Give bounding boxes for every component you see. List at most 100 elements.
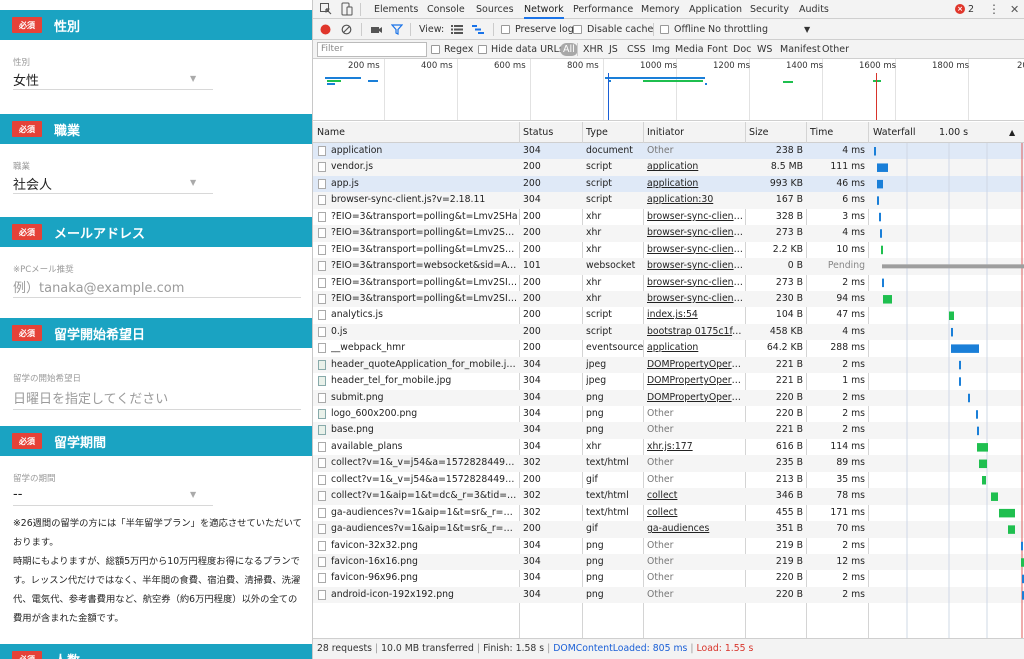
waterfall-bar[interactable]: [959, 377, 961, 386]
request-initiator[interactable]: browser-sync-client.j...: [647, 275, 743, 291]
gender-select[interactable]: 女性: [13, 70, 39, 89]
filter-type-font[interactable]: Font: [707, 40, 728, 59]
filter-input[interactable]: Filter: [317, 42, 427, 57]
tab-application[interactable]: Application: [689, 0, 742, 19]
request-initiator[interactable]: bootstrap 0175c1f...:7...: [647, 324, 743, 340]
filter-type-img[interactable]: Img: [652, 40, 670, 59]
waterfall-bar[interactable]: [979, 459, 987, 469]
waterfall-bar[interactable]: [877, 196, 879, 205]
tab-memory[interactable]: Memory: [641, 0, 680, 19]
regex-checkbox[interactable]: [431, 45, 440, 54]
column-header-initiator[interactable]: Initiator: [643, 122, 684, 143]
error-count[interactable]: 2: [968, 0, 974, 19]
waterfall-bar[interactable]: [977, 443, 988, 452]
request-initiator[interactable]: collect: [647, 505, 743, 521]
waterfall-bar[interactable]: [882, 278, 884, 288]
start-date-input[interactable]: 日曜日を指定してください: [13, 388, 168, 407]
filter-type-manifest[interactable]: Manifest: [780, 40, 821, 59]
filter-icon[interactable]: [391, 24, 403, 35]
camera-icon[interactable]: [370, 24, 383, 35]
filter-type-all[interactable]: All: [560, 43, 578, 56]
request-initiator[interactable]: browser-sync-client.j...: [647, 225, 743, 241]
tab-performance[interactable]: Performance: [573, 0, 633, 19]
error-icon[interactable]: ×: [955, 4, 965, 14]
column-header-time[interactable]: Time: [806, 122, 833, 143]
waterfall-bar[interactable]: [880, 229, 882, 238]
request-initiator[interactable]: ga-audiences: [647, 521, 743, 537]
waterfall-bar[interactable]: [951, 344, 979, 353]
request-initiator[interactable]: xhr.js:177: [647, 439, 743, 455]
filter-type-media[interactable]: Media: [675, 40, 704, 59]
filter-type-js[interactable]: JS: [609, 40, 618, 59]
filter-type-other[interactable]: Other: [822, 40, 849, 59]
request-size: 351 B: [775, 523, 803, 535]
waterfall-bar[interactable]: [1021, 541, 1023, 551]
waterfall-bar[interactable]: [881, 245, 883, 255]
request-initiator[interactable]: browser-sync-client.j...: [647, 291, 743, 307]
column-header-status[interactable]: Status: [519, 122, 553, 143]
request-initiator[interactable]: DOMPropertyOperati...: [647, 357, 743, 373]
waterfall-bar[interactable]: [1008, 525, 1015, 534]
waterfall-bar[interactable]: [874, 147, 876, 156]
offline-checkbox[interactable]: [660, 25, 669, 34]
preserve-log-checkbox[interactable]: [501, 25, 510, 34]
hide-data-urls-checkbox[interactable]: [478, 45, 487, 54]
waterfall-bar[interactable]: [968, 393, 970, 403]
request-initiator[interactable]: index.js:54: [647, 307, 743, 323]
tab-console[interactable]: Console: [427, 0, 465, 19]
filter-type-ws[interactable]: WS: [757, 40, 772, 59]
column-header-waterfall[interactable]: Waterfall: [869, 122, 916, 143]
record-icon[interactable]: [320, 24, 331, 35]
duration-select[interactable]: --: [13, 487, 22, 502]
tab-elements[interactable]: Elements: [374, 0, 418, 19]
waterfall-bar[interactable]: [879, 212, 881, 222]
request-initiator[interactable]: browser-sync-client.j...: [647, 242, 743, 258]
request-initiator[interactable]: browser-sync-client.j...: [647, 258, 743, 274]
request-initiator[interactable]: application:30: [647, 192, 743, 208]
device-toolbar-icon[interactable]: [339, 2, 353, 16]
waterfall-bar[interactable]: [877, 163, 888, 172]
column-header-size[interactable]: Size: [745, 122, 769, 143]
filter-type-xhr[interactable]: XHR: [583, 40, 603, 59]
request-initiator[interactable]: application: [647, 340, 743, 356]
sort-ascending-icon[interactable]: ▲: [1005, 122, 1015, 143]
large-rows-icon[interactable]: [451, 25, 463, 34]
waterfall-bar[interactable]: [977, 426, 979, 436]
waterfall-bar[interactable]: [982, 476, 986, 485]
waterfall-bar[interactable]: [991, 492, 998, 501]
clear-icon[interactable]: [341, 24, 352, 35]
waterfall-bar[interactable]: [949, 311, 954, 321]
request-initiator[interactable]: browser-sync-client.j...: [647, 209, 743, 225]
tab-sources[interactable]: Sources: [476, 0, 514, 19]
waterfall-bar[interactable]: [959, 360, 961, 370]
waterfall-bar[interactable]: [976, 410, 978, 419]
disable-cache-checkbox[interactable]: [573, 25, 582, 34]
column-header-name[interactable]: Name: [313, 122, 345, 143]
request-initiator[interactable]: DOMPropertyOperati...: [647, 373, 743, 389]
close-icon[interactable]: ✕: [1010, 0, 1019, 19]
inspect-element-icon[interactable]: [319, 2, 333, 16]
waterfall-bar[interactable]: [882, 264, 1024, 269]
filter-type-doc[interactable]: Doc: [733, 40, 751, 59]
request-initiator[interactable]: application: [647, 176, 743, 192]
filter-type-css[interactable]: CSS: [627, 40, 646, 59]
network-toolbar: View: Preserve log Disable cache Offline…: [313, 19, 1024, 40]
column-header-type[interactable]: Type: [582, 122, 608, 143]
request-initiator[interactable]: DOMPropertyOperati...: [647, 390, 743, 406]
request-initiator[interactable]: collect: [647, 488, 743, 504]
waterfall-overview-icon[interactable]: [472, 25, 484, 34]
occupation-select[interactable]: 社会人: [13, 174, 52, 193]
request-initiator[interactable]: application: [647, 159, 743, 175]
tab-network[interactable]: Network: [524, 0, 564, 19]
chevron-down-icon[interactable]: ▼: [804, 19, 810, 40]
waterfall-bar[interactable]: [883, 295, 892, 304]
waterfall-bar[interactable]: [877, 179, 883, 189]
waterfall-bar[interactable]: [999, 508, 1015, 518]
throttling-select[interactable]: No throttling: [708, 19, 768, 40]
tab-audits[interactable]: Audits: [799, 0, 829, 19]
waterfall-bar[interactable]: [951, 327, 953, 337]
timeline-overview[interactable]: 200 ms 400 ms 600 ms 800 ms 1000 ms 1200 ms 14…: [313, 59, 1024, 121]
more-options-icon[interactable]: ⋮: [988, 0, 1000, 19]
tab-security[interactable]: Security: [750, 0, 789, 19]
email-input[interactable]: 例）tanaka@example.com: [13, 277, 184, 296]
